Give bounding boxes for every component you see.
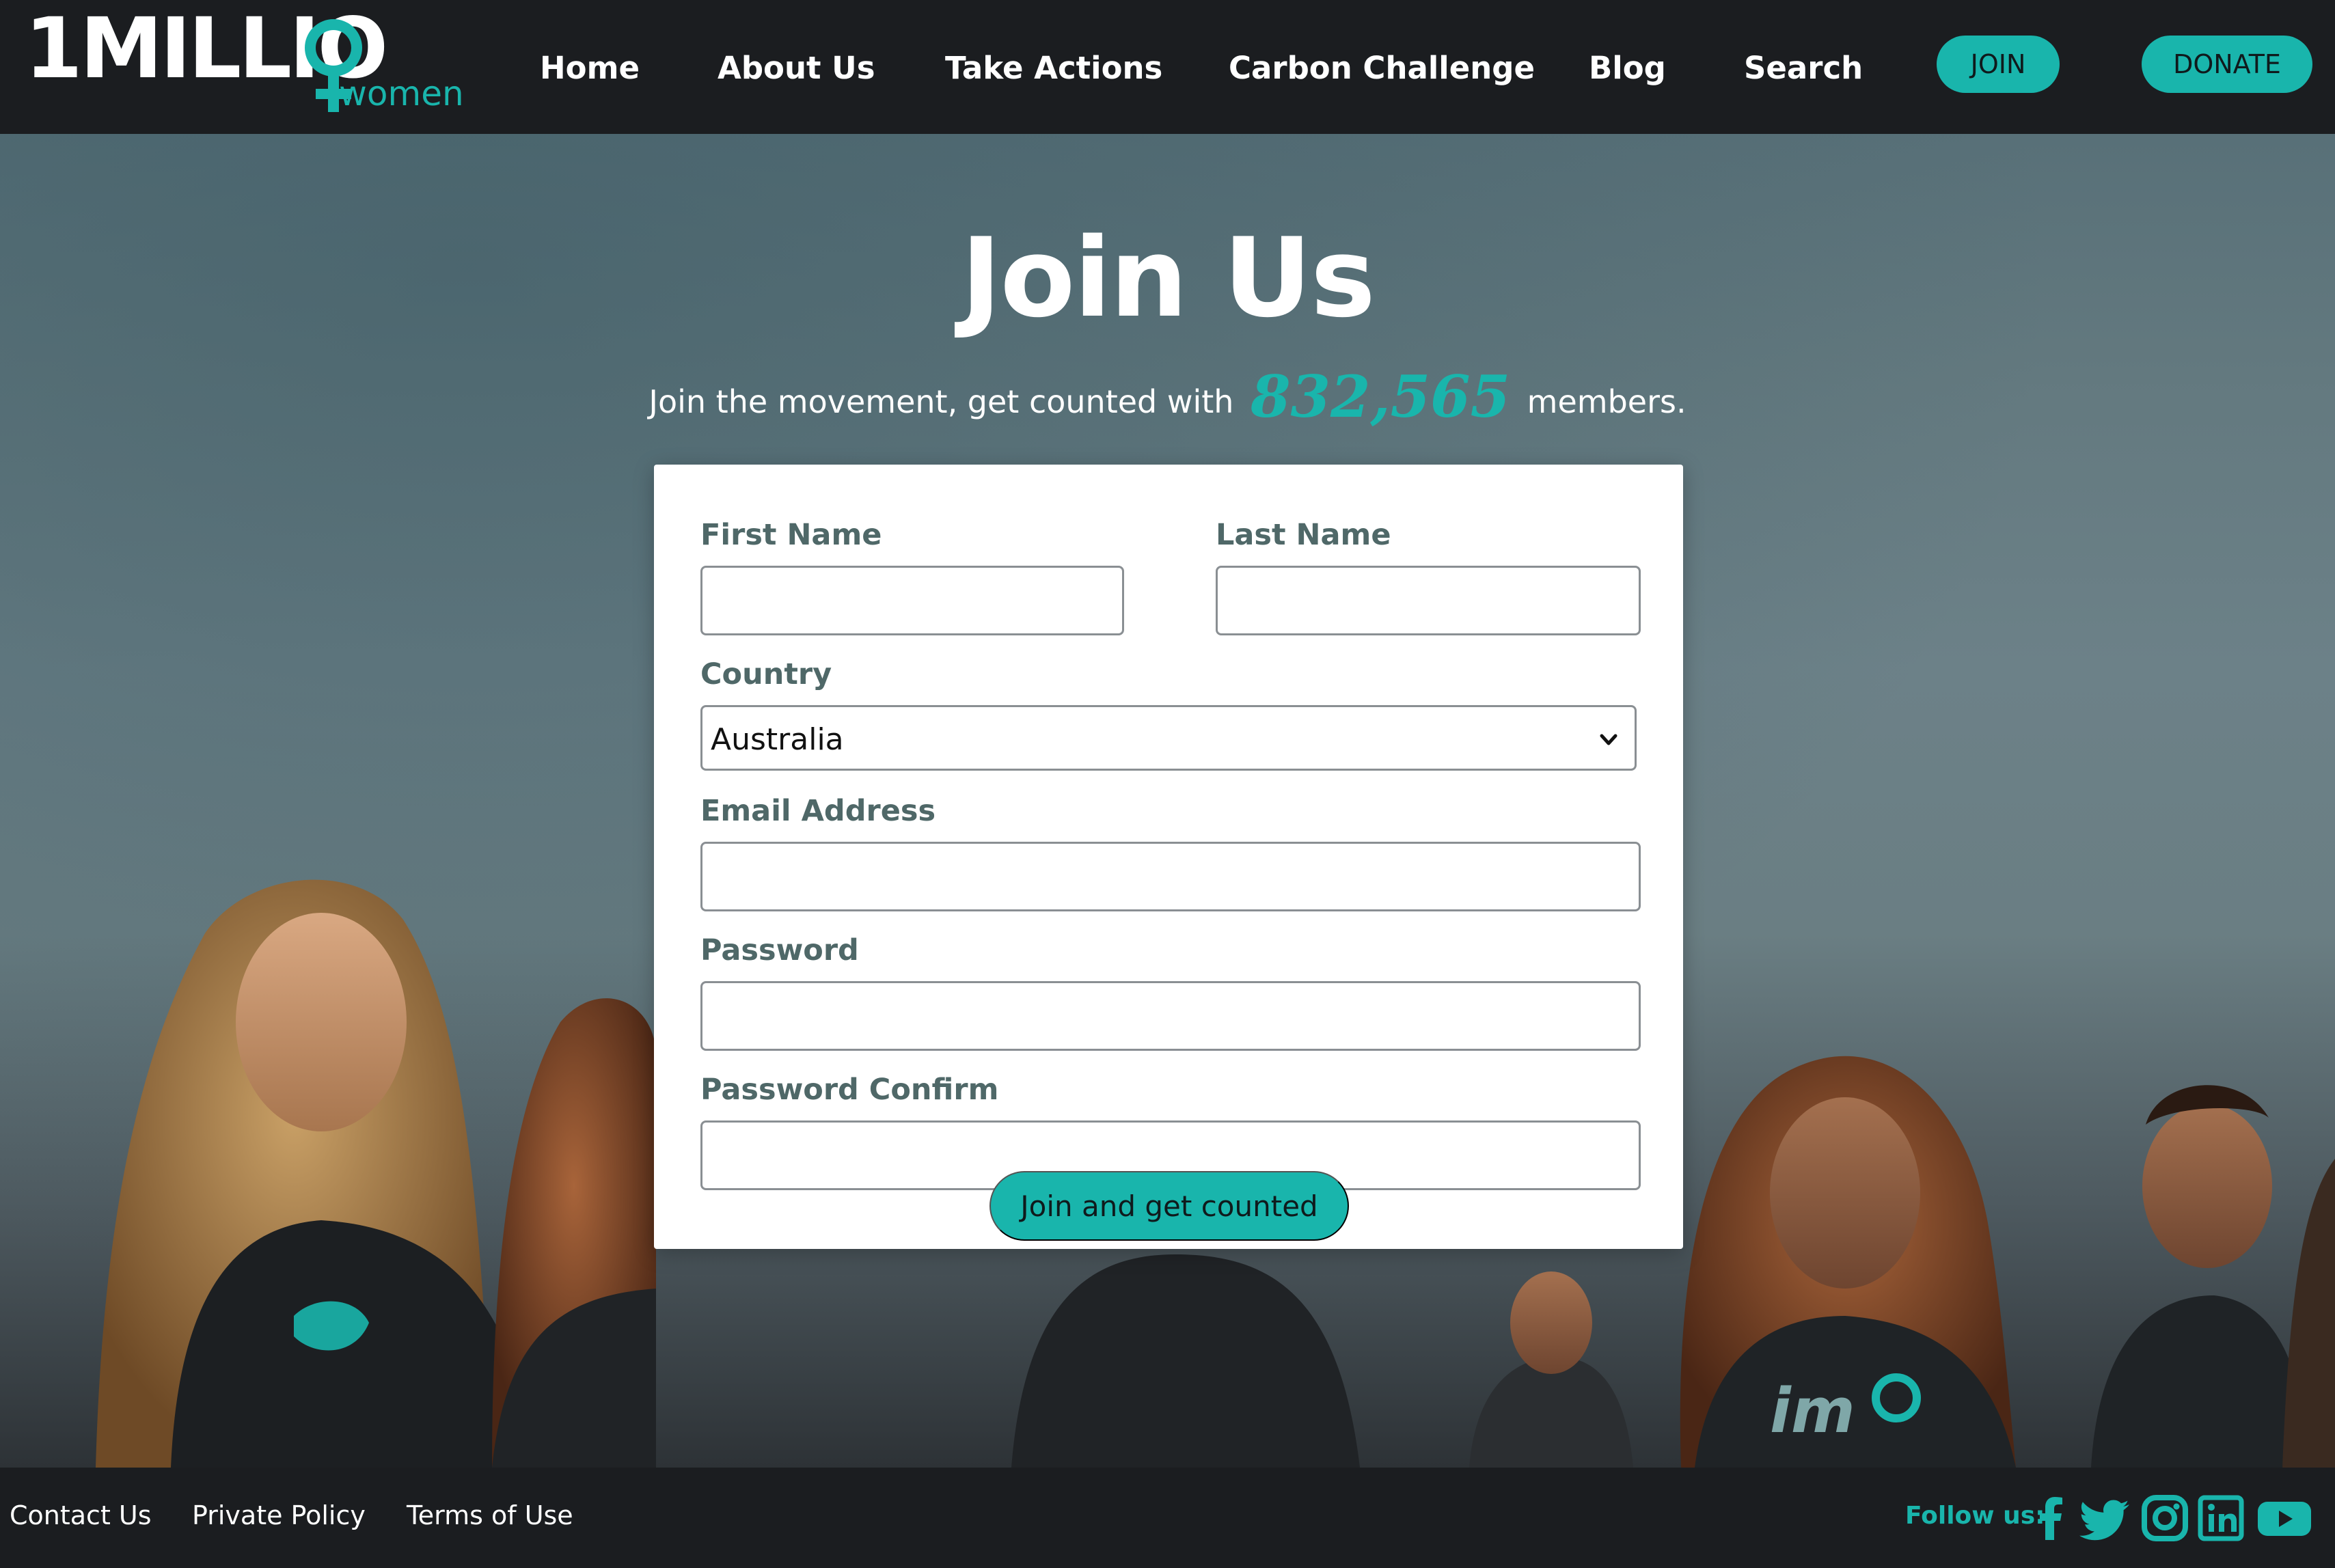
first-name-label: First Name <box>700 518 882 552</box>
subtitle-intro: Join the movement, get counted with <box>648 383 1234 420</box>
password-label: Password <box>700 933 859 967</box>
nav-about-us[interactable]: About Us <box>718 49 875 87</box>
nav-blog[interactable]: Blog <box>1589 49 1666 87</box>
join-page: 1MILLIO women Home About Us Take Actions… <box>0 0 2335 1568</box>
nav-carbon-challenge[interactable]: Carbon Challenge <box>1229 49 1535 87</box>
svg-text:im: im <box>1770 1375 1855 1447</box>
member-count-subtitle: Join the movement, get counted with 832,… <box>0 366 2335 432</box>
donate-button[interactable]: DONATE <box>2142 36 2312 93</box>
nav-home[interactable]: Home <box>540 49 640 87</box>
password-input[interactable] <box>700 981 1641 1051</box>
footer-terms-of-use[interactable]: Terms of Use <box>407 1500 573 1530</box>
page-title: Join Us <box>960 214 1376 342</box>
password-confirm-label: Password Confirm <box>700 1073 999 1107</box>
signup-form: First Name Last Name Country Australia E… <box>654 465 1683 1249</box>
hero-section: im Join Us Join the movement, get counte… <box>0 134 2335 1468</box>
country-label: Country <box>700 657 832 691</box>
chevron-down-icon <box>1600 734 1617 745</box>
first-name-input[interactable] <box>700 566 1124 635</box>
subtitle-outro: members. <box>1527 383 1687 420</box>
last-name-label: Last Name <box>1216 518 1391 552</box>
twitter-icon[interactable] <box>2076 1491 2131 1545</box>
country-selected-value: Australia <box>711 722 844 757</box>
footer-contact-us[interactable]: Contact Us <box>10 1500 152 1530</box>
member-count: 832,565 <box>1251 363 1511 430</box>
site-footer: Contact Us Private Policy Terms of Use F… <box>0 1468 2335 1568</box>
logo-subtitle: women <box>339 74 464 113</box>
site-logo[interactable]: 1MILLIO women <box>25 7 464 116</box>
facebook-icon[interactable] <box>2024 1491 2079 1545</box>
footer-private-policy[interactable]: Private Policy <box>192 1500 366 1530</box>
site-header: 1MILLIO women Home About Us Take Actions… <box>0 0 2335 134</box>
join-button[interactable]: JOIN <box>1937 36 2060 93</box>
nav-take-actions[interactable]: Take Actions <box>945 49 1162 87</box>
email-input[interactable] <box>700 842 1641 911</box>
email-label: Email Address <box>700 794 936 828</box>
country-select[interactable]: Australia <box>700 705 1637 771</box>
youtube-icon[interactable] <box>2255 1491 2314 1545</box>
nav-search[interactable]: Search <box>1744 49 1863 87</box>
linkedin-icon[interactable] <box>2194 1491 2248 1545</box>
instagram-icon[interactable] <box>2138 1491 2192 1545</box>
join-and-get-counted-button[interactable]: Join and get counted <box>989 1171 1349 1241</box>
last-name-input[interactable] <box>1216 566 1641 635</box>
